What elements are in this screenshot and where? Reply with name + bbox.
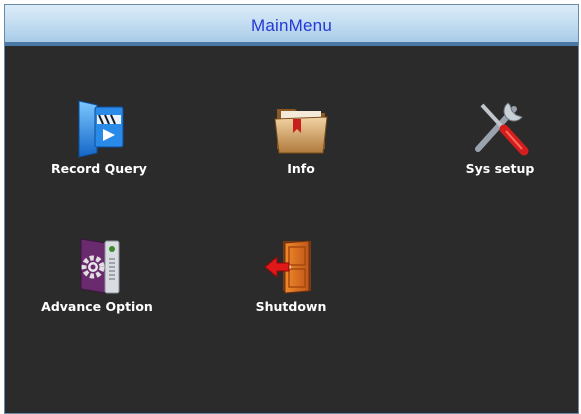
menu-item-label: Sys setup — [465, 161, 535, 176]
menu-item-sys-setup[interactable]: Sys setup — [435, 95, 565, 176]
folder-book-icon — [274, 109, 328, 154]
main-menu-window: MainMenu Record Query Info Sys setup Adv… — [4, 4, 579, 414]
menu-item-advance-option[interactable]: Advance Option — [32, 233, 162, 314]
menu-item-label: Info — [287, 161, 315, 176]
menu-item-label: Shutdown — [255, 299, 327, 314]
menu-item-info[interactable]: Info — [236, 95, 366, 176]
record-query-icon — [78, 100, 124, 158]
menu-item-shutdown[interactable]: Shutdown — [226, 233, 356, 314]
menu-item-record-query[interactable]: Record Query — [34, 95, 164, 176]
exit-door-icon — [264, 240, 311, 294]
window-title: MainMenu — [251, 15, 332, 35]
gear-server-icon — [80, 238, 120, 294]
menu-item-label: Advance Option — [41, 299, 153, 314]
menu-item-label: Record Query — [51, 161, 147, 176]
title-bar: MainMenu — [5, 5, 578, 46]
wrench-screwdriver-icon — [475, 102, 529, 156]
